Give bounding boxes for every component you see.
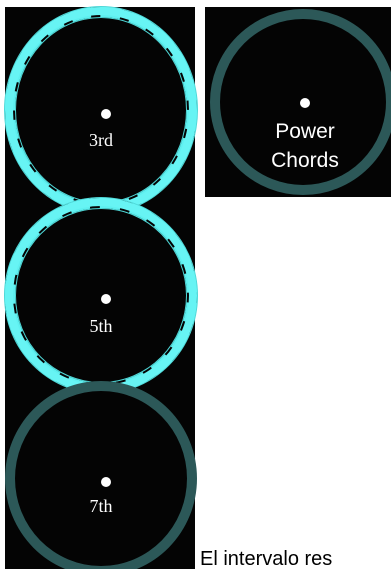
center-dot-icon [101, 109, 111, 119]
interval-3rd-button[interactable]: 3rd [5, 7, 197, 213]
interval-5th-label: 5th [89, 316, 113, 336]
interval-7th-label: 7th [89, 496, 113, 516]
interval-7th-button[interactable]: 7th [5, 381, 197, 569]
interval-selector-screen: 3rd 5th 7th Power Chords El intervalo re… [0, 0, 391, 569]
interval-3rd-label: 3rd [89, 130, 113, 150]
power-chords-button[interactable]: Power Chords [210, 9, 391, 195]
power-chords-label-line2: Chords [271, 149, 339, 172]
power-chords-label-line1: Power [275, 120, 335, 143]
interval-description-text: El intervalo res [200, 548, 333, 569]
center-dot-icon [101, 477, 111, 487]
center-dot-icon [300, 98, 310, 108]
interval-5th-button[interactable]: 5th [5, 198, 197, 393]
interval-ring-column: 3rd 5th 7th [5, 7, 197, 569]
power-chords-panel: Power Chords [205, 7, 391, 197]
center-dot-icon [101, 294, 111, 304]
